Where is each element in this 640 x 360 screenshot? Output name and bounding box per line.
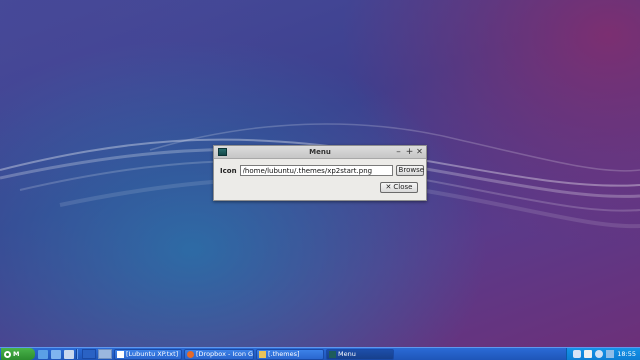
file-manager-icon[interactable] bbox=[38, 349, 48, 359]
browser-icon bbox=[187, 350, 194, 358]
icon-path-input[interactable] bbox=[239, 165, 393, 176]
task-label: [Dropbox - Icon G... bbox=[196, 350, 254, 358]
volume-icon[interactable] bbox=[595, 350, 604, 358]
menu-dialog: Menu – + ✕ Icon Browse ✕ Close bbox=[213, 145, 427, 201]
taskbar: M [Lubuntu XP.txt] [Dropbox - Icon G... … bbox=[0, 347, 640, 360]
task-label: [Lubuntu XP.txt] bbox=[126, 350, 179, 358]
desktop-1-icon[interactable] bbox=[82, 349, 96, 359]
task-menu[interactable]: Menu bbox=[326, 348, 394, 360]
task-themes[interactable]: [.themes] bbox=[256, 348, 324, 360]
text-file-icon bbox=[117, 350, 124, 358]
display-icon[interactable] bbox=[573, 350, 582, 358]
close-button[interactable]: ✕ Close bbox=[380, 182, 418, 193]
browse-button[interactable]: Browse bbox=[395, 165, 424, 176]
desktop-2-icon[interactable] bbox=[98, 349, 112, 359]
task-dropbox[interactable]: [Dropbox - Icon G... bbox=[184, 348, 254, 360]
battery-icon[interactable] bbox=[584, 350, 593, 358]
task-label: [.themes] bbox=[268, 350, 300, 358]
task-lubuntu-xp[interactable]: [Lubuntu XP.txt] bbox=[114, 348, 182, 360]
close-x-icon: ✕ bbox=[385, 183, 392, 191]
browser-launcher-icon[interactable] bbox=[51, 349, 61, 359]
clock[interactable]: 18:55 bbox=[617, 350, 636, 358]
window-icon bbox=[329, 350, 336, 358]
minimize-icon[interactable]: – bbox=[394, 147, 403, 157]
start-logo-icon bbox=[4, 350, 11, 358]
start-button[interactable]: M bbox=[1, 348, 35, 360]
icon-label: Icon bbox=[220, 166, 237, 175]
taskbar-separator bbox=[76, 349, 78, 359]
task-label: Menu bbox=[338, 350, 356, 358]
maximize-icon[interactable]: + bbox=[405, 147, 414, 157]
dialog-titlebar[interactable]: Menu – + ✕ bbox=[214, 146, 426, 159]
close-button-label: Close bbox=[393, 183, 413, 191]
start-label: M bbox=[13, 350, 20, 358]
folder-icon bbox=[259, 350, 266, 358]
network-icon[interactable] bbox=[606, 350, 615, 358]
close-icon[interactable]: ✕ bbox=[415, 147, 424, 157]
terminal-launcher-icon[interactable] bbox=[64, 349, 74, 359]
system-tray: 18:55 bbox=[566, 347, 640, 360]
desktop-wallpaper: Menu – + ✕ Icon Browse ✕ Close bbox=[0, 0, 640, 347]
